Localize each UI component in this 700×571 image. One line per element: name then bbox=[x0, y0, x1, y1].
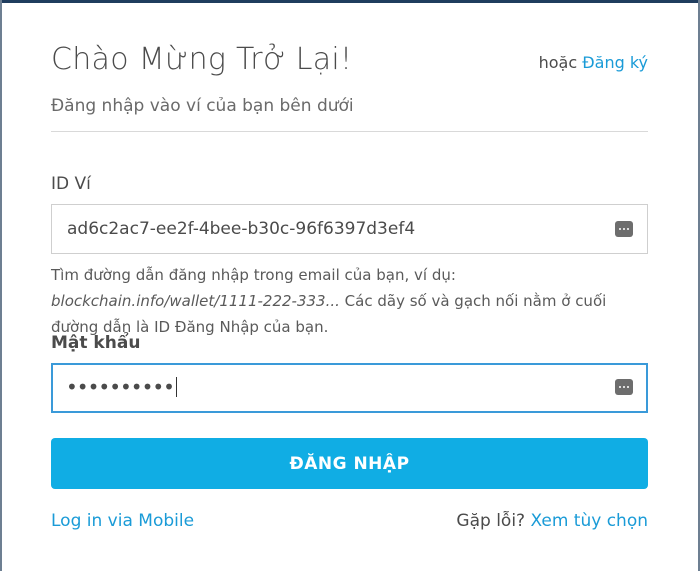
password-input[interactable]: •••••••••• bbox=[51, 363, 648, 413]
wallet-id-label: ID Ví bbox=[51, 174, 91, 194]
password-value: •••••••••• bbox=[66, 375, 177, 399]
help-example-url: blockchain.info/wallet/1111-222-333... bbox=[51, 292, 340, 310]
header-divider bbox=[51, 131, 648, 132]
window-left-border bbox=[0, 0, 2, 571]
page-subtitle: Đăng nhập vào ví của bạn bên dưới bbox=[51, 96, 354, 116]
view-options-link[interactable]: Xem tùy chọn bbox=[530, 511, 648, 531]
mobile-login-link[interactable]: Log in via Mobile bbox=[51, 511, 194, 531]
wallet-id-input[interactable]: ad6c2ac7-ee2f-4bee-b30c-96f6397d3ef4 bbox=[51, 204, 648, 254]
or-text: hoặc bbox=[538, 53, 578, 72]
text-caret bbox=[175, 377, 177, 397]
password-label: Mật khẩu bbox=[51, 333, 141, 353]
signup-prompt: hoặc Đăng ký bbox=[539, 53, 648, 72]
trouble-prompt: Gặp lỗi? Xem tùy chọn bbox=[456, 511, 648, 531]
signup-link[interactable]: Đăng ký bbox=[582, 53, 648, 72]
password-mask: •••••••••• bbox=[66, 375, 175, 399]
page-title: Chào Mừng Trở Lại! bbox=[51, 42, 353, 77]
keyboard-icon[interactable] bbox=[615, 379, 633, 395]
login-button[interactable]: ĐĂNG NHẬP bbox=[51, 438, 648, 489]
login-card: Chào Mừng Trở Lại! hoặc Đăng ký Đăng nhậ… bbox=[51, 0, 648, 571]
trouble-text: Gặp lỗi? bbox=[456, 511, 526, 531]
keyboard-icon[interactable] bbox=[615, 221, 633, 237]
wallet-id-help-text: Tìm đường dẫn đăng nhập trong email của … bbox=[51, 262, 651, 340]
help-prefix: Tìm đường dẫn đăng nhập trong email của … bbox=[51, 266, 456, 284]
wallet-id-value: ad6c2ac7-ee2f-4bee-b30c-96f6397d3ef4 bbox=[67, 219, 416, 239]
